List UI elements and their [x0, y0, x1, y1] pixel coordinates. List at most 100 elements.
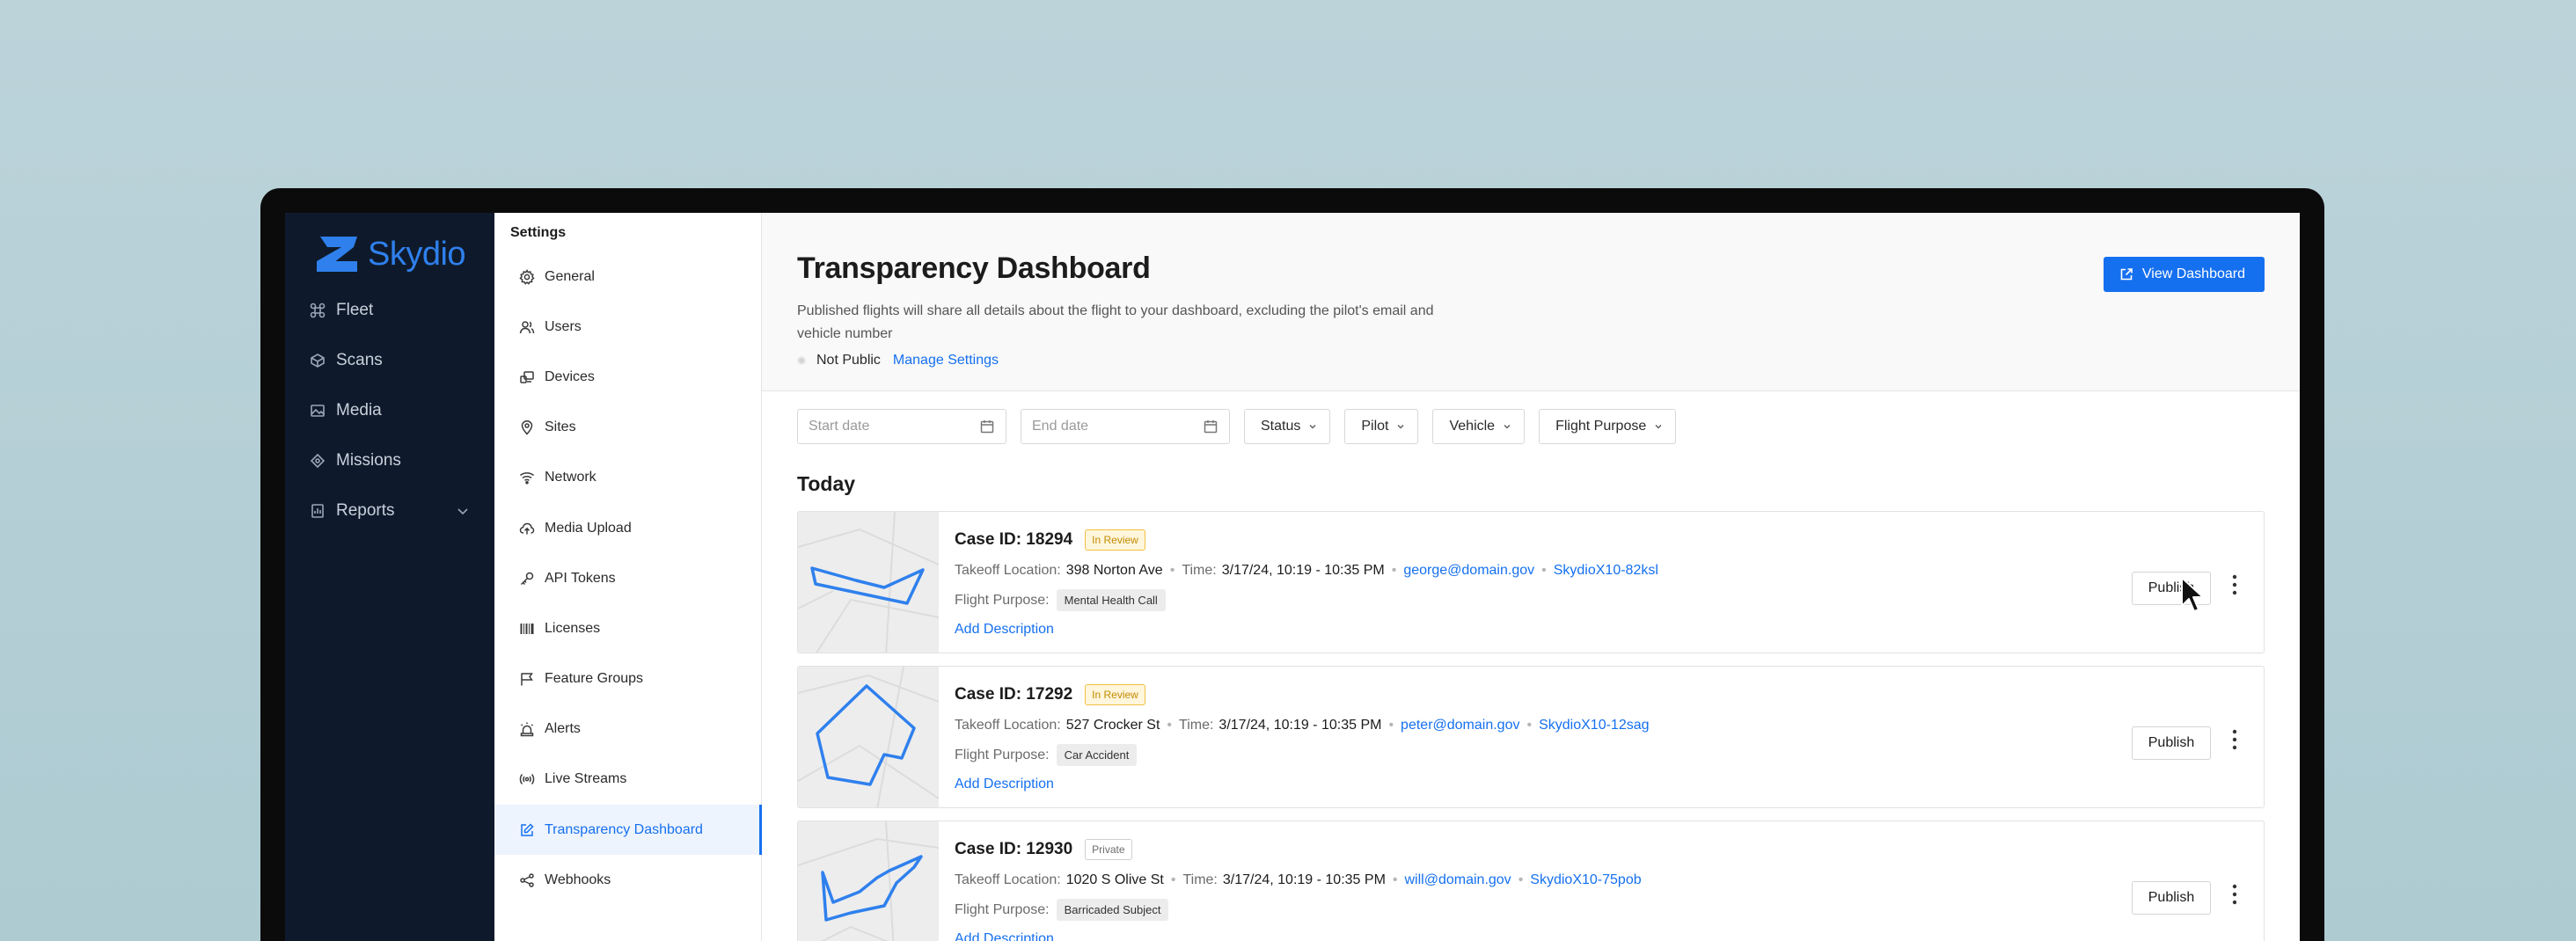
pilot-email-link[interactable]: george@domain.gov [1403, 563, 1534, 579]
pilot-email-link[interactable]: peter@domain.gov [1401, 718, 1519, 733]
time-label: Time: [1182, 563, 1217, 578]
dropdown-label: Vehicle [1449, 419, 1496, 434]
add-description-link[interactable]: Add Description [955, 777, 1054, 792]
more-options-icon[interactable] [2230, 728, 2239, 751]
nav-item-label: Scans [336, 350, 383, 369]
nav-item-media[interactable]: Media [285, 385, 494, 435]
edit-icon [521, 823, 534, 836]
settings-item-label: Licenses [545, 620, 601, 636]
add-description-link[interactable]: Add Description [955, 622, 1054, 638]
users-icon [519, 321, 535, 333]
takeoff-location: 527 Crocker St [1065, 718, 1160, 733]
vehicle-link[interactable]: SkydioX10-82ksl [1554, 563, 1658, 579]
end-date-input[interactable]: End date [1021, 409, 1230, 444]
external-link-icon [2120, 268, 2133, 281]
view-dashboard-button[interactable]: View Dashboard [2103, 257, 2265, 292]
vehicle-link[interactable]: SkydioX10-12sag [1539, 718, 1649, 733]
flight-path-map-image [798, 821, 939, 941]
purpose-label: Flight Purpose: [955, 747, 1050, 762]
skydio-logo-icon [317, 237, 357, 272]
settings-item-label: Network [545, 470, 596, 485]
dropdown-label: Flight Purpose [1555, 419, 1647, 434]
settings-item-label: Webhooks [545, 872, 611, 887]
settings-item-label: Alerts [545, 721, 581, 737]
vehicle-filter-dropdown[interactable]: Vehicle [1432, 409, 1526, 444]
status-badge: Private [1085, 839, 1132, 860]
case-id: Case ID: 18294 [955, 530, 1073, 549]
settings-item-licenses[interactable]: Licenses [494, 603, 761, 653]
flight-card-body: Case ID: 12930 Private Takeoff Location:… [939, 821, 2264, 941]
status-badge: In Review [1085, 529, 1145, 551]
nav-item-missions[interactable]: Missions [285, 435, 494, 485]
settings-item-transparency-dashboard[interactable]: Transparency Dashboard [494, 805, 762, 856]
reports-icon [311, 503, 324, 518]
pilot-filter-dropdown[interactable]: Pilot [1344, 409, 1419, 444]
more-options-icon[interactable] [2230, 883, 2239, 906]
settings-item-devices[interactable]: Devices [494, 352, 761, 402]
settings-item-media-upload[interactable]: Media Upload [494, 503, 761, 553]
brand-name: Skydio [368, 235, 466, 273]
purpose-label: Flight Purpose: [955, 592, 1050, 608]
separator-dot: • [1518, 872, 1524, 887]
separator-dot: • [1169, 563, 1175, 578]
separator-dot: • [1170, 872, 1176, 887]
publish-button[interactable]: Publish [2132, 726, 2211, 760]
chevron-down-icon[interactable] [456, 504, 470, 518]
nav-item-reports[interactable]: Reports [285, 485, 494, 536]
flight-path-map-image [798, 667, 939, 807]
status-badge: In Review [1085, 684, 1145, 705]
settings-item-label: Users [545, 318, 582, 334]
flight-card[interactable]: Case ID: 12930 Private Takeoff Location:… [797, 821, 2265, 941]
settings-item-network[interactable]: Network [494, 453, 761, 503]
case-id: Case ID: 12930 [955, 840, 1073, 858]
flight-purpose-filter-dropdown[interactable]: Flight Purpose [1539, 409, 1677, 444]
nav-item-scans[interactable]: Scans [285, 335, 494, 385]
end-date-placeholder: End date [1032, 419, 1089, 434]
main-content: Transparency Dashboard Published flights… [762, 213, 2300, 941]
nav-item-label: Media [336, 400, 382, 419]
app-screen: Skydio Fleet Scans Media Missions Report… [285, 213, 2300, 941]
nav-item-fleet[interactable]: Fleet [285, 285, 494, 335]
takeoff-label: Takeoff Location: [955, 718, 1061, 733]
settings-item-api-tokens[interactable]: API Tokens [494, 553, 761, 603]
more-options-icon[interactable] [2230, 573, 2239, 596]
nav-item-label: Fleet [336, 300, 374, 319]
barcode-icon [520, 623, 534, 634]
vehicle-link[interactable]: SkydioX10-75pob [1530, 872, 1641, 888]
settings-item-webhooks[interactable]: Webhooks [494, 855, 761, 905]
manage-settings-link[interactable]: Manage Settings [893, 353, 999, 368]
add-description-link[interactable]: Add Description [955, 931, 1054, 941]
pilot-email-link[interactable]: will@domain.gov [1405, 872, 1511, 888]
separator-dot: • [1388, 718, 1394, 733]
purpose-label: Flight Purpose: [955, 901, 1050, 917]
page-header: Transparency Dashboard Published flights… [762, 213, 2300, 391]
settings-item-feature-groups[interactable]: Feature Groups [494, 654, 761, 704]
start-date-placeholder: Start date [809, 419, 870, 434]
flight-card[interactable]: Case ID: 18294 In Review Takeoff Locatio… [797, 511, 2265, 653]
siren-icon [520, 722, 534, 737]
start-date-input[interactable]: Start date [797, 409, 1006, 444]
purpose-chip: Mental Health Call [1056, 589, 1166, 611]
devices-icon [520, 371, 534, 383]
page-description: Published flights will share all details… [797, 303, 1434, 341]
flight-card-body: Case ID: 18294 In Review Takeoff Locatio… [939, 512, 2264, 653]
publish-button[interactable]: Publish [2132, 881, 2211, 915]
flight-card-body: Case ID: 17292 In Review Takeoff Locatio… [939, 667, 2264, 807]
flight-path-map-image [798, 512, 939, 653]
skydio-logo[interactable]: Skydio [285, 232, 494, 276]
chevron-down-icon [1309, 425, 1316, 429]
settings-item-alerts[interactable]: Alerts [494, 704, 761, 755]
media-icon [311, 404, 325, 417]
flight-card[interactable]: Case ID: 17292 In Review Takeoff Locatio… [797, 666, 2265, 808]
status-filter-dropdown[interactable]: Status [1244, 409, 1331, 444]
dropdown-label: Pilot [1361, 419, 1389, 434]
settings-item-users[interactable]: Users [494, 302, 761, 352]
settings-item-label: Media Upload [545, 520, 632, 536]
takeoff-location: 398 Norton Ave [1065, 563, 1163, 578]
settings-item-sites[interactable]: Sites [494, 403, 761, 453]
purpose-chip: Car Accident [1056, 744, 1138, 766]
broadcast-icon [519, 774, 535, 785]
settings-item-general[interactable]: General [494, 252, 761, 302]
case-id: Case ID: 17292 [955, 685, 1073, 704]
settings-item-live-streams[interactable]: Live Streams [494, 755, 761, 805]
